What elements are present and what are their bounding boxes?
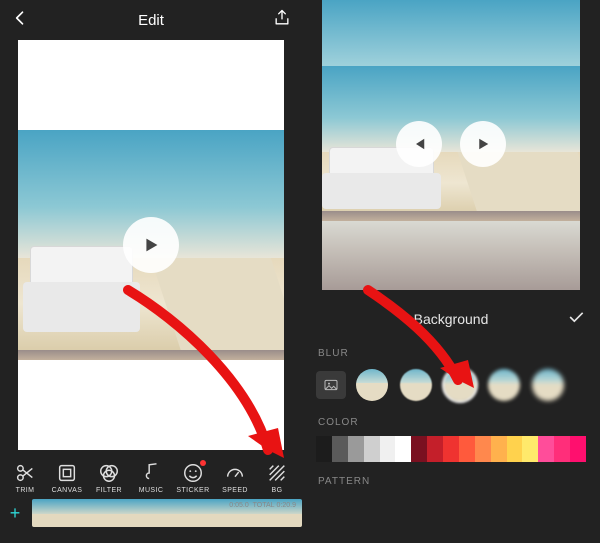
color-swatch[interactable] bbox=[570, 436, 586, 462]
section-label-color: COLOR bbox=[318, 417, 586, 428]
back-icon[interactable] bbox=[10, 8, 30, 33]
blur-option-4[interactable] bbox=[486, 367, 522, 403]
scissors-icon bbox=[14, 462, 36, 484]
prev-button[interactable] bbox=[396, 121, 442, 167]
tool-trim[interactable]: TRIM bbox=[4, 460, 46, 496]
timeline-meta: 0:05.0 TOTAL 0:20.9 bbox=[229, 502, 296, 509]
blur-option-1[interactable] bbox=[354, 367, 390, 403]
editor-toolbar: TRIM CANVAS FILTER MUSIC STICKER SPEED B… bbox=[0, 456, 302, 496]
letterbox-top bbox=[18, 40, 284, 130]
page-title: Edit bbox=[30, 12, 272, 29]
filter-icon bbox=[98, 462, 120, 484]
color-swatches bbox=[316, 436, 586, 462]
color-swatch[interactable] bbox=[538, 436, 554, 462]
image-picker-button[interactable] bbox=[316, 371, 346, 399]
tool-filter[interactable]: FILTER bbox=[88, 460, 130, 496]
canvas-icon bbox=[56, 462, 78, 484]
blur-options bbox=[316, 367, 586, 403]
play-button[interactable] bbox=[460, 121, 506, 167]
play-button[interactable] bbox=[123, 217, 179, 273]
truck-illustration bbox=[23, 240, 140, 332]
tool-bg[interactable]: BG bbox=[256, 460, 298, 496]
color-swatch[interactable] bbox=[427, 436, 443, 462]
color-swatch[interactable] bbox=[491, 436, 507, 462]
tool-label: FILTER bbox=[96, 487, 122, 494]
color-swatch[interactable] bbox=[459, 436, 475, 462]
bg-icon bbox=[266, 462, 288, 484]
panel-title: Background bbox=[336, 311, 566, 327]
color-swatch[interactable] bbox=[380, 436, 396, 462]
sticker-icon bbox=[182, 462, 204, 484]
color-swatch[interactable] bbox=[507, 436, 523, 462]
blur-option-5[interactable] bbox=[530, 367, 566, 403]
playback-controls bbox=[396, 121, 506, 167]
color-swatch[interactable] bbox=[395, 436, 411, 462]
tool-speed[interactable]: SPEED bbox=[214, 460, 256, 496]
background-panel: Background BLUR COLOR PATTERN bbox=[302, 296, 600, 505]
tool-label: CANVAS bbox=[52, 487, 83, 494]
letterbox-bottom bbox=[18, 360, 284, 450]
color-swatch[interactable] bbox=[554, 436, 570, 462]
tool-label: TRIM bbox=[16, 487, 35, 494]
notification-dot bbox=[200, 460, 206, 466]
color-swatch[interactable] bbox=[522, 436, 538, 462]
panel-header: Background bbox=[316, 304, 586, 334]
blur-option-2[interactable] bbox=[398, 367, 434, 403]
editor-screen: Edit TRIM CANVAS FILTER bbox=[0, 0, 302, 543]
color-swatch[interactable] bbox=[316, 436, 332, 462]
color-swatch[interactable] bbox=[332, 436, 348, 462]
tool-label: STICKER bbox=[176, 487, 209, 494]
color-swatch[interactable] bbox=[348, 436, 364, 462]
top-bar: Edit bbox=[0, 0, 302, 40]
background-panel-screen: Background BLUR COLOR PATTERN bbox=[302, 0, 600, 543]
tool-canvas[interactable]: CANVAS bbox=[46, 460, 88, 496]
video-canvas[interactable] bbox=[18, 40, 284, 450]
music-icon bbox=[140, 462, 162, 484]
color-swatch[interactable] bbox=[411, 436, 427, 462]
tool-label: MUSIC bbox=[139, 487, 164, 494]
video-frame bbox=[18, 130, 284, 360]
section-label-blur: BLUR bbox=[318, 348, 586, 359]
bg-fill-top bbox=[322, 0, 580, 66]
color-swatch[interactable] bbox=[364, 436, 380, 462]
speed-icon bbox=[224, 462, 246, 484]
tool-music[interactable]: MUSIC bbox=[130, 460, 172, 496]
add-clip-button[interactable]: + bbox=[4, 502, 26, 524]
blur-option-3[interactable] bbox=[442, 367, 478, 403]
section-label-pattern: PATTERN bbox=[318, 476, 586, 487]
color-swatch[interactable] bbox=[475, 436, 491, 462]
share-icon[interactable] bbox=[272, 8, 292, 33]
tool-label: SPEED bbox=[222, 487, 248, 494]
tool-label: BG bbox=[272, 487, 283, 494]
color-swatch[interactable] bbox=[443, 436, 459, 462]
tool-sticker[interactable]: STICKER bbox=[172, 460, 214, 496]
bg-fill-bottom bbox=[322, 221, 580, 290]
video-preview[interactable] bbox=[322, 0, 580, 290]
video-frame bbox=[322, 66, 580, 221]
confirm-icon[interactable] bbox=[566, 307, 586, 332]
